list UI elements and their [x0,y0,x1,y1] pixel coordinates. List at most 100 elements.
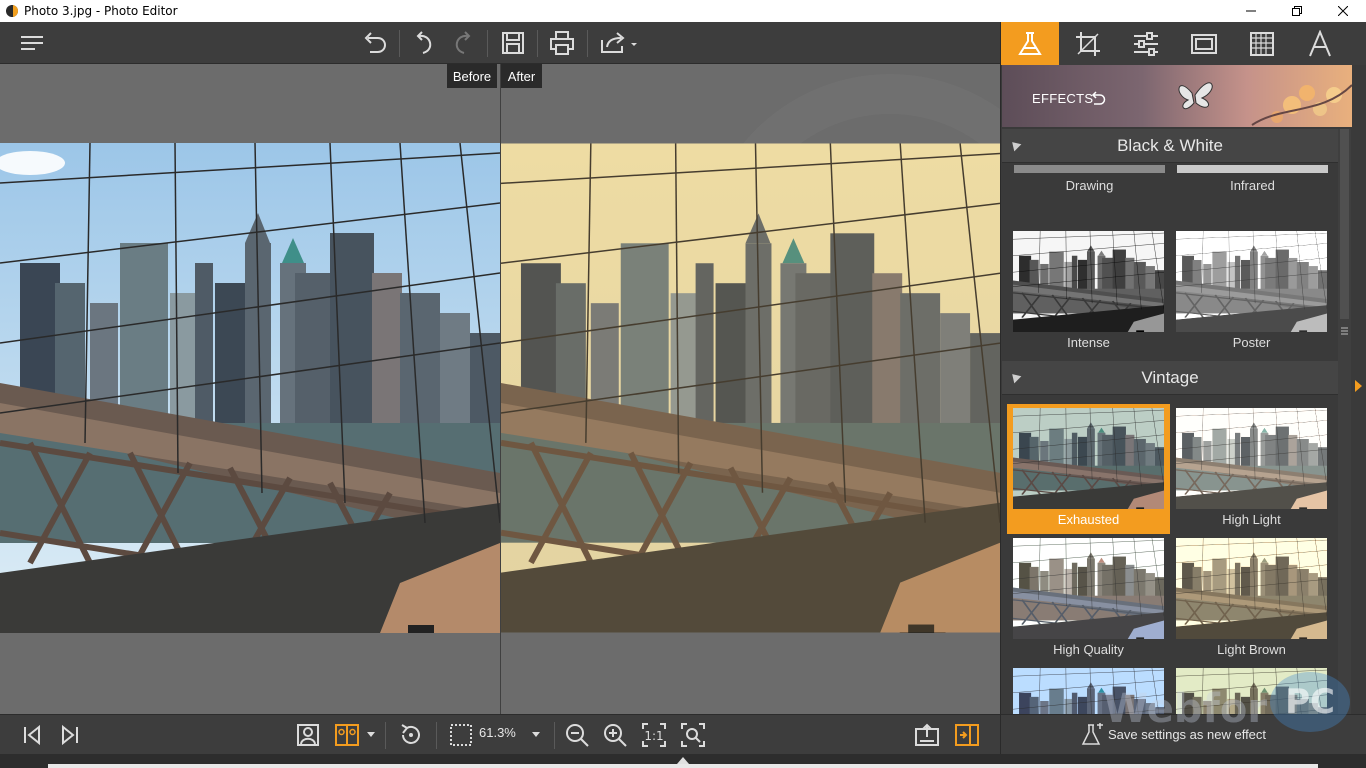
butterfly-icon [1178,82,1213,110]
effects-banner: EFFECTS [1002,65,1352,127]
zoom-fit-icon [681,723,705,747]
single-view-button[interactable] [292,719,324,751]
single-view-icon [297,724,319,746]
save-button[interactable] [497,27,529,59]
actual-size-icon: 1:1 [642,723,666,747]
chevron-down-icon [367,732,375,737]
svg-text:1:1: 1:1 [644,729,663,743]
redo-icon [455,31,471,54]
redo-button[interactable] [447,27,479,59]
compare-view-icon [335,724,359,746]
fit-icon [450,724,472,746]
panel-toggle-icon [955,724,979,746]
effect-poster[interactable]: Poster [1170,227,1333,357]
title-bar: Photo 3.jpg - Photo Editor [0,0,1366,22]
compare-view-button[interactable] [331,719,363,751]
effect-thumbnail [1176,231,1327,332]
view-mode-dropdown[interactable] [362,719,380,751]
effect-light-brown[interactable]: Light Brown [1170,534,1333,664]
crop-icon [1076,31,1100,56]
effect-exhausted[interactable]: Exhausted [1007,404,1170,534]
last-image-icon [62,724,78,746]
texture-icon [1250,31,1274,56]
flask-plus-icon [1081,723,1103,745]
zoom-level[interactable]: 61.3% [479,725,516,740]
sliders-icon [1134,31,1158,56]
tab-crop[interactable] [1059,22,1117,65]
effects-panel: EFFECTS Black & White Drawing Infrared I… [1000,22,1366,754]
effect-high-light[interactable]: High Light [1170,404,1333,534]
save-icon [502,32,524,54]
effects-banner-label: EFFECTS [1032,91,1094,106]
after-photo [501,143,1000,633]
section-black-white[interactable]: Black & White [1002,129,1338,163]
before-photo [0,143,500,633]
frame-icon [1191,33,1217,54]
effect-infrared[interactable]: Infrared [1171,165,1334,197]
zoom-in-icon [604,724,627,747]
last-image-button[interactable] [54,719,86,751]
reset-effects-icon[interactable] [1090,91,1106,107]
zoom-dropdown[interactable] [527,719,545,751]
undo-all-button[interactable] [359,27,391,59]
zoom-out-button[interactable] [561,719,593,751]
rotate-button[interactable] [395,719,427,751]
tab-texture[interactable] [1233,22,1291,65]
zoom-out-icon [566,724,589,747]
tab-adjust[interactable] [1117,22,1175,65]
tab-text[interactable] [1291,22,1349,65]
print-button[interactable] [546,27,578,59]
fit-button[interactable] [445,719,477,751]
text-icon [1309,29,1331,56]
tab-effects[interactable] [1001,22,1059,65]
scrollbar-grip-icon [1341,327,1348,335]
panel-tabs [1001,22,1366,65]
effect-thumbnail [1176,408,1327,509]
menu-button[interactable] [16,27,48,59]
section-title: Black & White [1117,135,1223,155]
maximize-button[interactable] [1274,0,1320,22]
undo-icon [416,31,432,54]
panel-expand-arrow-icon[interactable] [1355,380,1362,392]
effect-thumbnail [1013,538,1164,639]
effects-scrollbar[interactable] [1338,129,1351,734]
rotate-icon [401,724,420,744]
after-label: After [501,64,542,88]
minimize-icon [1246,10,1256,12]
effects-list: Black & White Drawing Infrared Intense P… [1002,129,1338,734]
zoom-fit-button[interactable] [677,719,709,751]
main-toolbar [0,22,1000,64]
undo-all-icon [364,32,386,53]
app-logo-icon [6,5,18,17]
section-title: Vintage [1141,367,1199,387]
effect-thumbnail [1013,408,1164,509]
panel-toggle-button[interactable] [951,719,983,751]
restore-icon [1292,6,1302,16]
effect-high-quality[interactable]: High Quality [1007,534,1170,664]
flask-icon [1018,31,1042,55]
effect-intense[interactable]: Intense [1007,227,1170,357]
image-canvas[interactable]: Before After [0,64,1000,714]
minimize-button[interactable] [1228,0,1274,22]
export-button[interactable] [911,719,943,751]
scrollbar-thumb[interactable] [1340,129,1349,319]
first-image-button[interactable] [16,719,48,751]
expand-up-icon[interactable] [677,757,689,764]
print-icon [550,31,574,55]
close-icon [1338,6,1348,16]
zoom-in-button[interactable] [599,719,631,751]
effect-thumbnail [1013,231,1164,332]
chevron-down-icon [532,732,540,737]
section-vintage[interactable]: Vintage [1002,361,1338,395]
tab-frame[interactable] [1175,22,1233,65]
share-button[interactable] [596,27,640,59]
undo-button[interactable] [408,27,440,59]
share-icon [601,32,637,53]
effect-thumbnail [1176,538,1327,639]
menu-icon [21,36,43,50]
actual-size-button[interactable]: 1:1 [638,719,670,751]
effect-drawing[interactable]: Drawing [1008,165,1171,197]
watermark-text: Webfor [1104,686,1268,732]
close-button[interactable] [1320,0,1366,22]
watermark-badge: PC [1270,672,1350,732]
